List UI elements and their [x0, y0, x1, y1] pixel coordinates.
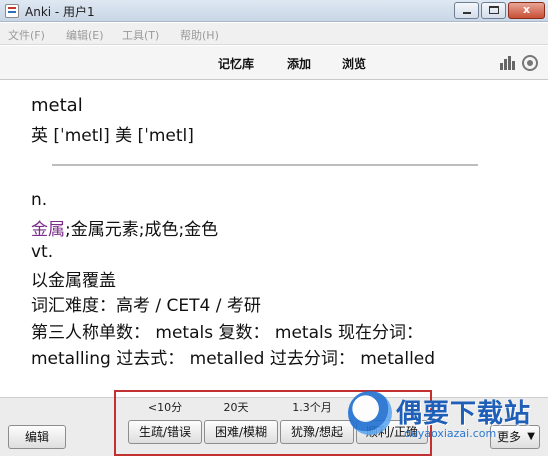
decks-link[interactable]: 记忆库 — [218, 55, 254, 72]
toolbar: 记忆库 添加 浏览 — [0, 46, 548, 80]
answer-again-button[interactable]: 生疏/错误 — [128, 420, 202, 444]
edit-button[interactable]: 编辑 — [8, 425, 66, 449]
interval-good: 1.3个月 — [292, 401, 332, 414]
add-link[interactable]: 添加 — [287, 55, 311, 72]
minimize-button[interactable] — [454, 2, 479, 19]
interval-hard: 20天 — [223, 401, 249, 414]
menu-file[interactable]: 文件(F) — [8, 27, 45, 43]
maximize-icon — [489, 6, 499, 14]
minimize-icon — [463, 12, 471, 14]
site-watermark: 偶要下载站 ouyaoxiazai.com — [340, 387, 548, 456]
menu-edit[interactable]: 编辑(E) — [66, 27, 104, 43]
window-title: Anki - 用户1 — [25, 5, 95, 19]
card-content: metal 英 [ˈmetl] 美 [ˈmetl] n. 金属;金属元素;成色;… — [0, 81, 548, 397]
verb-meaning: 以金属覆盖 — [31, 271, 116, 291]
card-divider — [52, 164, 478, 166]
meaning-highlight: 金属 — [31, 220, 65, 240]
browse-link[interactable]: 浏览 — [342, 55, 366, 72]
answer-hard-button[interactable]: 困难/模糊 — [204, 420, 278, 444]
meaning-rest: ;金属元素;成色;金色 — [65, 220, 219, 240]
noun-meaning: 金属;金属元素;成色;金色 — [31, 215, 218, 240]
card-phonetic: 英 [ˈmetl] 美 [ˈmetl] — [31, 126, 194, 146]
close-button[interactable]: x — [508, 2, 545, 19]
menu-help[interactable]: 帮助(H) — [180, 27, 219, 43]
watermark-logo-icon — [348, 391, 392, 435]
anki-app-icon — [5, 4, 19, 18]
menu-bar: 文件(F) 编辑(E) 工具(T) 帮助(H) — [0, 23, 548, 45]
word-forms-line-2: metalling 过去式： metalled 过去分词： metalled — [31, 349, 436, 369]
stats-icon[interactable] — [500, 56, 516, 70]
watermark-url: ouyaoxiazai.com — [404, 427, 497, 440]
title-bar: Anki - 用户1 x — [0, 0, 548, 22]
sync-icon[interactable] — [522, 55, 538, 71]
interval-again: <10分 — [147, 401, 183, 414]
word-forms-line-1: 第三人称单数： metals 复数： metals 现在分词： — [31, 323, 423, 343]
card-word: metal — [31, 95, 83, 116]
menu-tools[interactable]: 工具(T) — [122, 27, 159, 43]
watermark-text: 偶要下载站 — [396, 399, 532, 429]
maximize-button[interactable] — [481, 2, 506, 19]
close-icon: x — [522, 3, 531, 16]
part-of-speech-verb: vt. — [31, 242, 54, 262]
part-of-speech-noun: n. — [31, 190, 48, 210]
difficulty-line: 词汇难度：高考 / CET4 / 考研 — [31, 296, 261, 316]
